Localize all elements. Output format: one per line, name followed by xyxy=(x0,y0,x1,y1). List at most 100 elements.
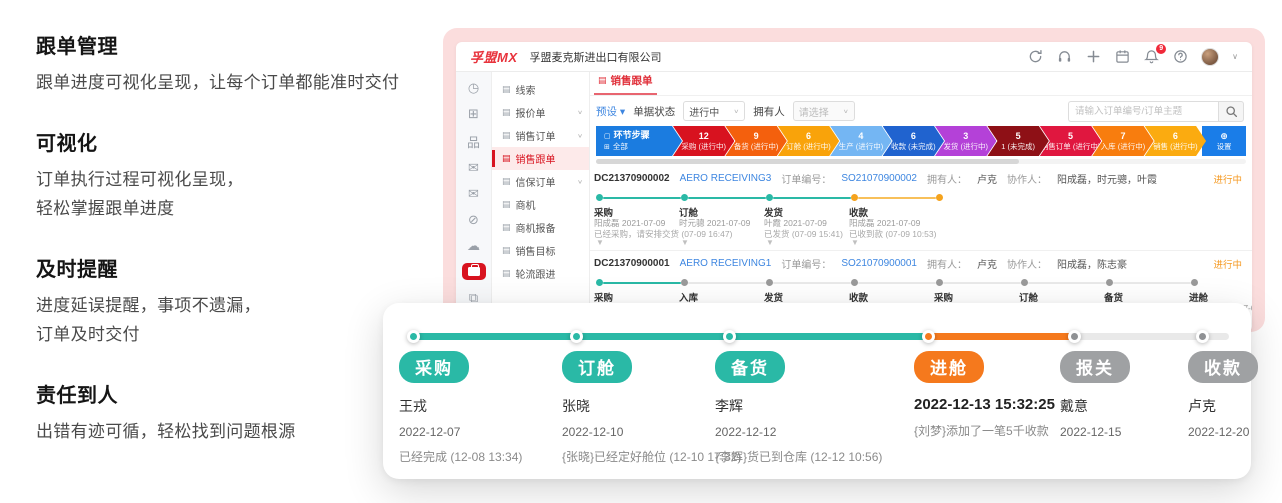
overlay-stage-pill[interactable]: 进舱 xyxy=(914,351,984,383)
sidebar-item-销售跟单[interactable]: ▤销售跟单 xyxy=(492,147,589,170)
scrollbar-thumb[interactable] xyxy=(596,159,1019,164)
collab-label: 协作人： xyxy=(1007,256,1047,271)
step-发货 (进行中)[interactable]: 3发货 (进行中) xyxy=(935,126,996,156)
sidebar-item-商机报备[interactable]: ▤商机报备 xyxy=(492,216,589,239)
step-采购 (进行中)[interactable]: 12采购 (进行中) xyxy=(673,126,734,156)
step-设置[interactable]: ⊕设置 xyxy=(1202,126,1246,156)
step-收款 (未完成)[interactable]: 6收款 (未完成) xyxy=(883,126,944,156)
feature-line: 进度延误提醒，事项不遗漏， xyxy=(36,291,436,320)
collab-value: 阳成磊，陈志豪 xyxy=(1057,256,1127,271)
overlay-stage-date: 2022-12-10 xyxy=(562,425,737,439)
stage-step-bar: ▢环节步骤⊞全部12采购 (进行中)9备货 (进行中)6订舱 (进行中)4生产 … xyxy=(590,126,1252,156)
user-avatar[interactable] xyxy=(1201,48,1219,66)
headset-icon[interactable] xyxy=(1056,49,1072,65)
expand-caret-icon[interactable]: ▼ xyxy=(596,238,604,247)
sidebar-item-轮流跟进[interactable]: ▤轮流跟进 xyxy=(492,262,589,285)
contact-icon[interactable]: ⊞ xyxy=(462,106,486,123)
order-status-badge: 进行中 xyxy=(1213,172,1242,186)
owner-value: 卢克 xyxy=(977,171,997,186)
sync-icon[interactable] xyxy=(1027,49,1043,65)
overlay-stage-pill[interactable]: 备货 xyxy=(715,351,785,383)
overlay-stage-pill[interactable]: 报关 xyxy=(1060,351,1130,383)
search-input[interactable] xyxy=(1068,101,1218,122)
order-code[interactable]: DC21370900002 xyxy=(594,173,670,184)
order-title-link[interactable]: AERO RECEIVING1 xyxy=(680,258,772,269)
expand-caret-icon[interactable]: ▼ xyxy=(766,238,774,247)
document-icon: ▤ xyxy=(502,153,511,164)
order-title-link[interactable]: AERO RECEIVING3 xyxy=(680,173,772,184)
link-icon[interactable]: ⊘ xyxy=(462,212,486,229)
overlay-stage-dot xyxy=(1068,330,1081,343)
document-icon: ▤ xyxy=(502,199,511,210)
stage-segment xyxy=(858,282,936,285)
sidebar-item-销售订单[interactable]: ▤销售订单∨ xyxy=(492,124,589,147)
help-icon[interactable] xyxy=(1172,49,1188,65)
chevron-down-icon[interactable]: ∨ xyxy=(1232,52,1238,61)
chevron-down-icon: ∨ xyxy=(577,109,583,115)
stage-dot xyxy=(596,279,603,286)
owner-select[interactable]: 请选择 ∨ xyxy=(793,101,855,121)
collab-value: 阳成磊，时元骢，叶霞 xyxy=(1057,171,1157,186)
org-icon[interactable]: 品 xyxy=(462,132,486,151)
clock-icon[interactable]: ◷ xyxy=(462,80,486,97)
step-全部[interactable]: ▢环节步骤⊞全部 xyxy=(596,126,682,156)
order-card-header: DC21370900002AERO RECEIVING3订单编号：SO21070… xyxy=(594,171,1244,186)
gear-icon: ⊕ xyxy=(1220,131,1228,142)
sidebar-item-label: 报价单 xyxy=(516,105,546,120)
step-count: 7 xyxy=(1120,131,1125,142)
tab-sales-tracking[interactable]: ▤ 销售跟单 xyxy=(594,73,657,95)
step-订舱 (进行中)[interactable]: 6订舱 (进行中) xyxy=(778,126,839,156)
briefcase-icon[interactable] xyxy=(462,263,486,280)
step-销售订单 (进行中)[interactable]: 5销售订单 (进行中) xyxy=(1040,126,1101,156)
stage-segment xyxy=(1113,282,1191,285)
order-code[interactable]: DC21370900001 xyxy=(594,258,670,269)
status-select[interactable]: 进行中 ∨ xyxy=(683,101,745,121)
stage-dot xyxy=(681,194,688,201)
document-icon: ▤ xyxy=(502,268,511,279)
step-label: 销售 (进行中) xyxy=(1153,142,1198,151)
step-count: 12 xyxy=(699,131,709,142)
search-button[interactable] xyxy=(1218,101,1244,122)
feature-line: 订单执行过程可视化呈现， xyxy=(36,165,436,194)
bell-icon[interactable]: 9 xyxy=(1143,49,1159,65)
step-label: 设置 xyxy=(1217,142,1232,151)
sidebar-item-线索[interactable]: ▤线索 xyxy=(492,78,589,101)
page: 跟单管理跟单进度可视化呈现，让每个订单都能准时交付可视化订单执行过程可视化呈现，… xyxy=(0,0,1282,503)
brand-logo: 孚盟MX xyxy=(470,47,518,66)
overlay-stage-pill[interactable]: 订舱 xyxy=(562,351,632,383)
owner-label: 拥有人： xyxy=(927,256,967,271)
plus-icon[interactable] xyxy=(1085,49,1101,65)
step-生产 (进行中)[interactable]: 4生产 (进行中) xyxy=(830,126,891,156)
step-入库 (进行中)[interactable]: 7入库 (进行中) xyxy=(1092,126,1153,156)
step-1 (未完成)[interactable]: 51 (未完成) xyxy=(987,126,1048,156)
expand-caret-icon[interactable]: ▼ xyxy=(851,238,859,247)
expand-caret-icon[interactable]: ▼ xyxy=(681,238,689,247)
document-icon: ▤ xyxy=(502,107,511,118)
sidebar-item-报价单[interactable]: ▤ 报价单 ∨ xyxy=(492,101,589,124)
overlay-stage-pill[interactable]: 收款 xyxy=(1188,351,1258,383)
briefcase-glyph xyxy=(468,267,480,276)
order-card-header: DC21370900001AERO RECEIVING1订单编号：SO21070… xyxy=(594,256,1244,271)
overlay-stage-dot xyxy=(407,330,420,343)
feature-title: 跟单管理 xyxy=(36,30,436,59)
stage-dot xyxy=(1191,279,1198,286)
order-no-link[interactable]: SO21070900002 xyxy=(841,173,917,184)
mail-icon[interactable]: ✉ xyxy=(462,160,486,177)
inbox-icon[interactable]: ✉ xyxy=(462,186,486,203)
preset-dropdown[interactable]: 预设 ▾ xyxy=(596,104,625,119)
status-filter-label: 单据状态 xyxy=(633,104,675,119)
chevron-down-icon: ∨ xyxy=(577,178,583,184)
step-销售 (进行中)[interactable]: 6销售 (进行中) xyxy=(1145,126,1206,156)
order-no-link[interactable]: SO21070900001 xyxy=(841,258,917,269)
calendar-icon[interactable] xyxy=(1114,49,1130,65)
feature-section: 责任到人出错有迹可循，轻松找到问题根源 xyxy=(36,379,436,446)
sidebar-item-信保订单[interactable]: ▤信保订单∨ xyxy=(492,170,589,193)
overlay-stage-pill[interactable]: 采购 xyxy=(399,351,469,383)
sidebar-item-销售目标[interactable]: ▤销售目标 xyxy=(492,239,589,262)
overlay-segment xyxy=(413,333,576,340)
feature-title: 及时提醒 xyxy=(36,253,436,282)
sidebar-item-商机[interactable]: ▤商机 xyxy=(492,193,589,216)
stage-dot xyxy=(851,194,858,201)
step-备货 (进行中)[interactable]: 9备货 (进行中) xyxy=(725,126,786,156)
cloud-icon[interactable]: ☁ xyxy=(462,237,486,254)
